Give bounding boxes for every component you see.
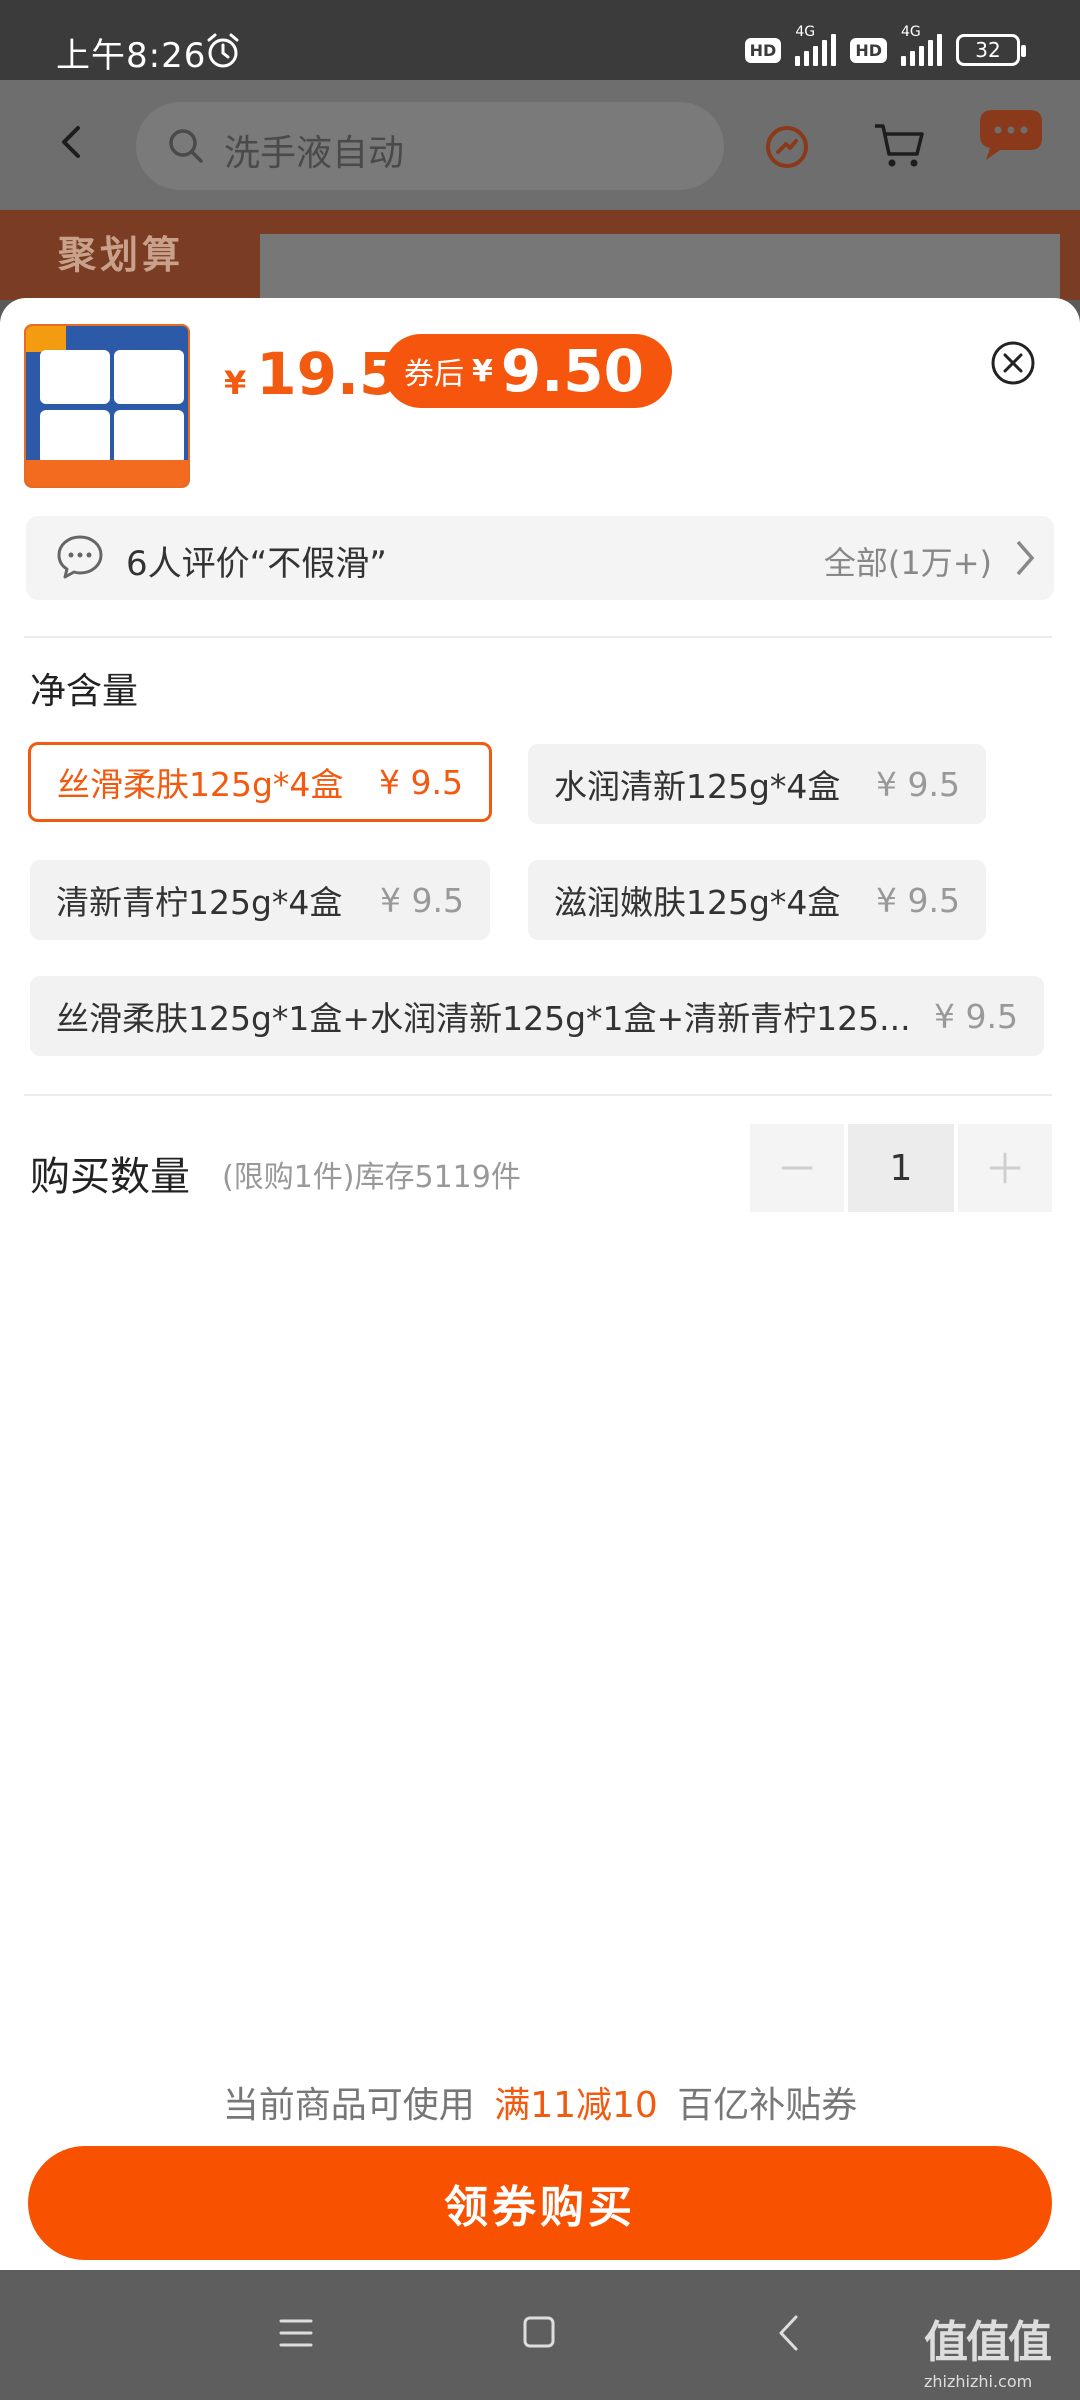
cart-icon[interactable] [872,120,926,170]
quantity-note: (限购1件)库存5119件 [222,1160,521,1195]
close-icon[interactable] [990,340,1036,386]
signal-icon: 4G [901,24,942,66]
divider [24,1094,1052,1096]
spec-option-price: ¥ 9.5 [934,996,1018,1036]
claim-coupon-buy-button[interactable]: 领券购买 [28,2146,1052,2260]
spec-option-label: 丝滑柔肤125g*1盒+水润清新125g*1盒+清新青柠125... [56,999,911,1038]
spec-option-label: 水润清新125g*4盒 [554,767,841,806]
battery-icon: 32 [956,34,1026,66]
spec-option-price: ¥ 9.5 [380,880,464,920]
spec-option-label: 丝滑柔肤125g*4盒 [57,765,344,804]
price-currency: ¥ [224,364,247,402]
spec-option[interactable]: 丝滑柔肤125g*4盒 ¥ 9.5 [28,742,492,822]
spec-option-price: ¥ 9.5 [876,764,960,804]
sku-bottom-sheet: ¥ 19.5 券后 ¥ 9.50 6人评价“不假滑” 全部(1万+) 净含量 丝… [0,298,1080,2270]
spec-title: 净含量 [30,671,139,712]
promo-banner: 聚划算 [0,210,1080,300]
system-nav-bar: 值值值 zhizhizhi.com [0,2270,1080,2400]
product-thumbnail [24,324,190,488]
spec-option-label: 清新青柠125g*4盒 [56,883,343,922]
plus-icon [989,1152,1021,1184]
divider [24,636,1052,638]
chevron-right-icon [1016,540,1035,576]
signal-icon: 4G [795,24,837,66]
alarm-icon [207,33,239,68]
watermark-logo: 值值值 [924,2317,1052,2368]
spec-option[interactable]: 水润清新125g*4盒 ¥ 9.5 [528,744,986,824]
coupon-price: 9.50 [500,337,644,405]
quantity-stepper: 1 [750,1124,1052,1212]
search-text: 洗手液自动 [224,133,405,174]
review-summary[interactable]: 6人评价“不假滑” 全部(1万+) [26,516,1054,600]
spec-option[interactable]: 丝滑柔肤125g*1盒+水润清新125g*1盒+清新青柠125... ¥ 9.5 [30,976,1044,1056]
price: ¥ 19.5 [224,340,399,408]
status-time: 上午8:26 [56,36,207,76]
coupon-currency: ¥ [472,353,493,389]
coupon-note-suffix: 百亿补贴券 [677,2085,858,2126]
spec-option-price: ¥ 9.5 [379,762,463,802]
coupon-note: 当前商品可使用 满11减10 百亿补贴券 [0,2076,1080,2128]
quantity-value[interactable]: 1 [848,1124,954,1212]
coupon-price-badge: 券后 ¥ 9.50 [384,334,672,408]
spec-option-price: ¥ 9.5 [876,880,960,920]
watermark-url: zhizhizhi.com [924,2372,1033,2391]
menu-icon[interactable] [278,2316,314,2350]
refresh-icon[interactable] [762,122,812,172]
spec-option[interactable]: 滋润嫩肤125g*4盒 ¥ 9.5 [528,860,986,940]
review-all-link[interactable]: 全部(1万+) [824,538,992,584]
banner-image [260,234,1060,300]
back-icon[interactable] [52,122,92,162]
spec-option-label: 滋润嫩肤125g*4盒 [554,883,841,922]
status-bar: 上午8:26 HD 4G HD 4G 32 [0,0,1080,80]
status-indicators: HD 4G HD 4G 32 [744,24,1026,70]
nav-back-icon[interactable] [774,2312,802,2354]
home-icon[interactable] [522,2314,556,2350]
battery-level: 32 [975,38,1001,62]
hd-badge: HD [744,37,782,63]
network-type-label: 4G [901,24,921,40]
more-icon[interactable] [978,108,1044,162]
top-nav: 洗手液自动 [0,80,1080,210]
review-text: 6人评价“不假滑” [126,544,387,584]
decrement-button[interactable] [750,1124,844,1212]
banner-text: 聚划算 [58,233,185,277]
coupon-label: 券后 [404,357,464,392]
search-input[interactable]: 洗手液自动 [136,102,724,190]
quantity-label: 购买数量 [30,1154,190,1200]
network-type-label: 4G [795,24,816,40]
coupon-note-prefix: 当前商品可使用 [222,2085,475,2126]
coupon-note-highlight: 满11减10 [494,2085,658,2126]
price-value: 19.5 [256,340,400,408]
watermark: 值值值 zhizhizhi.com [924,2306,1074,2396]
increment-button[interactable] [958,1124,1052,1212]
chat-icon [57,535,103,579]
minus-icon [781,1166,813,1170]
search-icon [169,129,203,163]
spec-option[interactable]: 清新青柠125g*4盒 ¥ 9.5 [30,860,490,940]
hd-badge: HD [850,37,887,63]
